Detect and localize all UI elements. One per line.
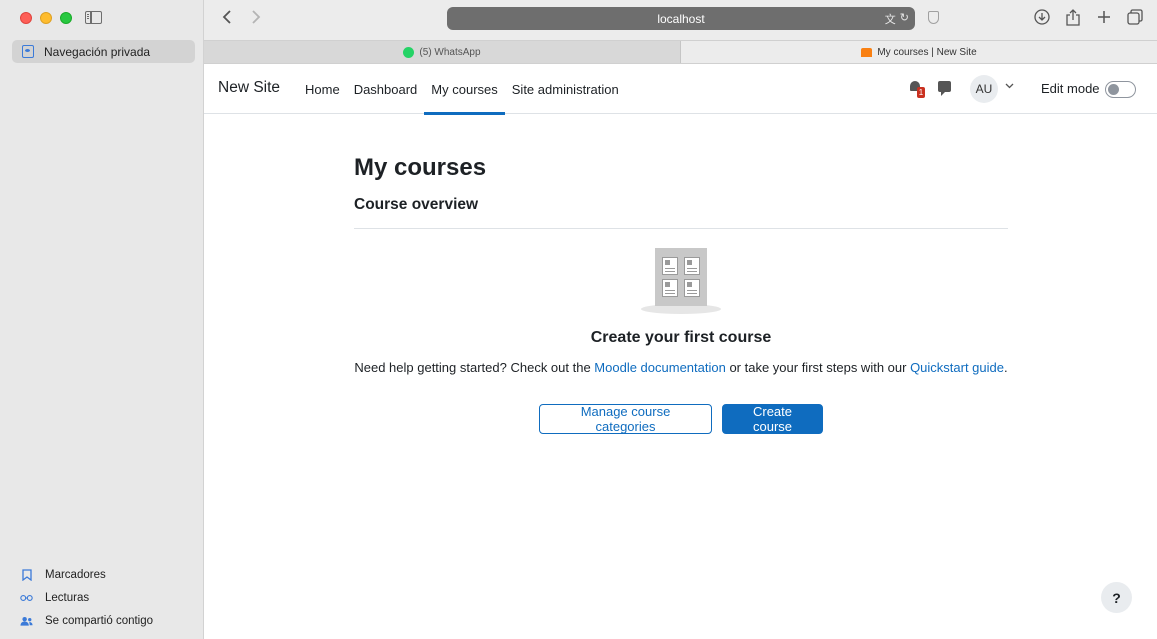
site-name[interactable]: New Site xyxy=(218,79,280,97)
close-window-button[interactable] xyxy=(20,12,32,24)
nav-dashboard[interactable]: Dashboard xyxy=(347,64,425,114)
help-button[interactable]: ? xyxy=(1101,582,1132,613)
empty-state-help-text: Need help getting started? Check out the… xyxy=(354,360,1008,375)
privacy-shield-icon[interactable] xyxy=(928,11,939,24)
whatsapp-icon xyxy=(403,46,415,58)
shared-people-icon xyxy=(20,615,33,628)
empty-state-title: Create your first course xyxy=(590,329,772,346)
browser-toolbar: localhost 文 ↻ xyxy=(204,0,1157,40)
edit-mode-toggle[interactable] xyxy=(1105,81,1136,98)
primary-navigation: Home Dashboard My courses Site administr… xyxy=(298,64,626,115)
moodle-navbar: New Site Home Dashboard My courses Site … xyxy=(204,64,1157,115)
divider xyxy=(354,228,1008,229)
address-bar-icons: 文 ↻ xyxy=(885,11,909,27)
sidebar-bottom-list: Marcadores Lecturas Se compartió contigo xyxy=(20,567,153,629)
share-icon[interactable] xyxy=(1064,8,1081,26)
nav-site-administration[interactable]: Site administration xyxy=(505,64,626,114)
download-icon[interactable] xyxy=(1033,8,1050,26)
create-course-button[interactable]: Create course xyxy=(722,404,823,434)
toolbar-actions xyxy=(1033,8,1143,26)
tab-title: (5) WhatsApp xyxy=(419,46,481,58)
reload-icon[interactable]: ↻ xyxy=(900,11,909,27)
sidebar-item-shared-with-you[interactable]: Se compartió contigo xyxy=(20,613,153,629)
tab-whatsapp[interactable]: (5) WhatsApp xyxy=(204,41,681,63)
sidebar-item-label: Se compartió contigo xyxy=(45,615,154,627)
empty-courses-illustration xyxy=(641,248,721,314)
sidebar-item-label: Navegación privada xyxy=(44,44,151,59)
sidebar-toggle-icon[interactable] xyxy=(85,11,102,24)
glasses-icon xyxy=(20,592,33,605)
window-controls xyxy=(20,12,72,24)
sidebar-item-bookmarks[interactable]: Marcadores xyxy=(20,567,153,583)
moodle-page: New Site Home Dashboard My courses Site … xyxy=(204,64,1157,639)
private-browsing-icon xyxy=(22,45,34,58)
sidebar-item-reading-list[interactable]: Lecturas xyxy=(20,590,153,606)
browser-sidebar: Navegación privada Marcadores Lecturas S… xyxy=(0,0,204,639)
quickstart-guide-link[interactable]: Quickstart guide xyxy=(910,360,1004,375)
bookmark-icon xyxy=(20,569,33,582)
address-bar[interactable]: localhost 文 ↻ xyxy=(447,7,915,30)
page-title: My courses xyxy=(354,154,487,181)
translate-icon[interactable]: 文 xyxy=(885,11,896,27)
sidebar-item-label: Lecturas xyxy=(45,592,90,604)
forward-icon[interactable] xyxy=(251,9,261,27)
messages-icon[interactable] xyxy=(938,81,951,96)
tab-my-courses[interactable]: My courses | New Site xyxy=(681,41,1157,63)
url-text: localhost xyxy=(657,11,705,26)
tab-title: My courses | New Site xyxy=(877,46,977,58)
back-icon[interactable] xyxy=(222,9,232,27)
sidebar-item-label: Marcadores xyxy=(45,569,106,581)
empty-state-actions: Manage course categories Create course xyxy=(539,404,823,434)
minimize-window-button[interactable] xyxy=(40,12,52,24)
new-tab-icon[interactable] xyxy=(1095,8,1112,26)
moodle-documentation-link[interactable]: Moodle documentation xyxy=(594,360,726,375)
nav-my-courses[interactable]: My courses xyxy=(424,64,506,115)
user-avatar[interactable]: AU xyxy=(970,75,998,103)
moodle-favicon-icon xyxy=(861,47,873,57)
zoom-window-button[interactable] xyxy=(60,12,72,24)
section-title: Course overview xyxy=(354,196,479,213)
nav-home[interactable]: Home xyxy=(298,64,347,114)
notification-count-badge: 1 xyxy=(917,87,925,98)
sidebar-item-private-browsing[interactable]: Navegación privada xyxy=(12,40,195,63)
tab-overview-icon[interactable] xyxy=(1126,8,1143,26)
chevron-down-icon[interactable] xyxy=(1005,81,1014,92)
tab-bar: (5) WhatsApp My courses | New Site xyxy=(204,40,1157,64)
manage-course-categories-button[interactable]: Manage course categories xyxy=(539,404,712,434)
notifications-button[interactable]: 1 xyxy=(910,81,925,98)
edit-mode-label: Edit mode xyxy=(1041,81,1100,96)
main-content: My courses Course overview Create your f… xyxy=(354,154,1008,434)
